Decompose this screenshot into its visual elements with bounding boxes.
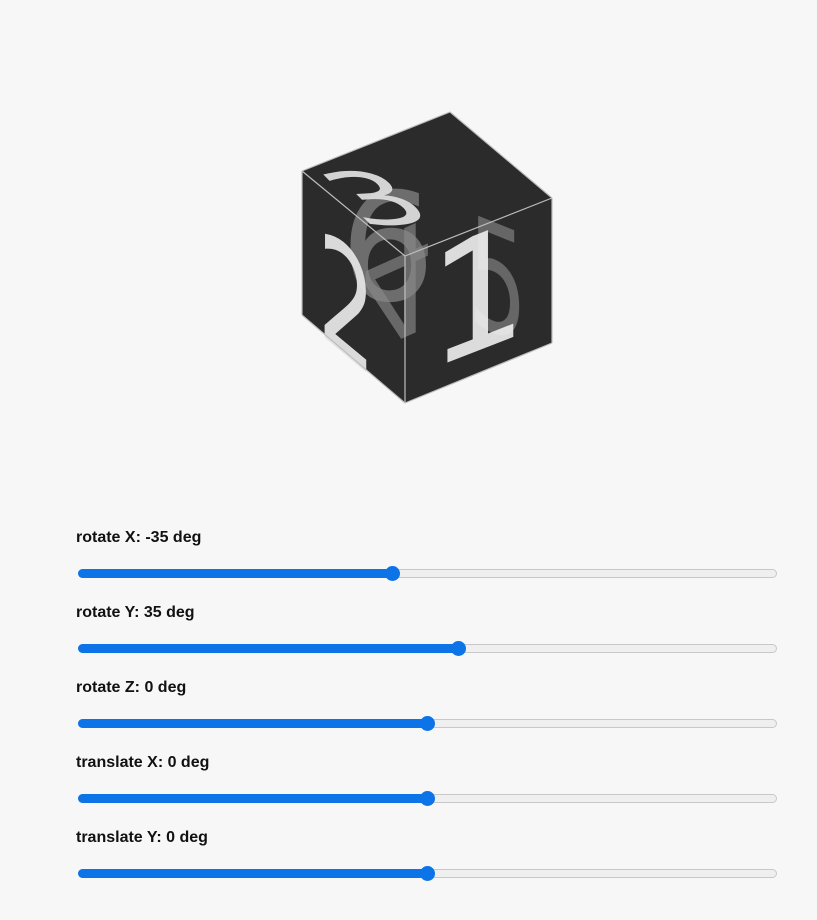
slider-thumb[interactable] xyxy=(420,716,435,731)
cube-face-1-digit: 1 xyxy=(428,183,528,408)
control-rotate-z: rotate Z: 0 deg xyxy=(0,675,817,750)
rotate-z-slider[interactable] xyxy=(78,716,777,731)
slider-fill xyxy=(78,794,427,803)
slider-thumb[interactable] xyxy=(385,566,400,581)
translate-y-label: translate Y: 0 deg xyxy=(76,829,208,846)
rotate-x-slider[interactable] xyxy=(78,566,777,581)
control-translate-x: translate X: 0 deg xyxy=(0,750,817,825)
control-rotate-y: rotate Y: 35 deg xyxy=(0,600,817,675)
slider-thumb[interactable] xyxy=(451,641,466,656)
rotate-y-label: rotate Y: 35 deg xyxy=(76,604,195,621)
translate-x-label: translate X: 0 deg xyxy=(76,754,210,771)
rotate-x-label: rotate X: -35 deg xyxy=(76,529,202,546)
slider-fill xyxy=(78,719,427,728)
rotate-y-slider[interactable] xyxy=(78,641,777,656)
control-translate-y: translate Y: 0 deg xyxy=(0,825,817,900)
translate-x-slider[interactable] xyxy=(78,791,777,806)
transform-controls: rotate X: -35 deg rotate Y: 35 deg rotat… xyxy=(0,525,817,900)
translate-y-slider[interactable] xyxy=(78,866,777,881)
cube-3d: 5 6 4 3 2 1 xyxy=(296,111,553,415)
cube-stage: 5 6 4 3 2 1 xyxy=(0,0,817,480)
slider-fill xyxy=(78,869,427,878)
slider-fill xyxy=(78,644,458,653)
control-rotate-x: rotate X: -35 deg xyxy=(0,525,817,600)
slider-thumb[interactable] xyxy=(420,791,435,806)
rotate-z-label: rotate Z: 0 deg xyxy=(76,679,187,696)
slider-thumb[interactable] xyxy=(420,866,435,881)
slider-fill xyxy=(78,569,392,578)
